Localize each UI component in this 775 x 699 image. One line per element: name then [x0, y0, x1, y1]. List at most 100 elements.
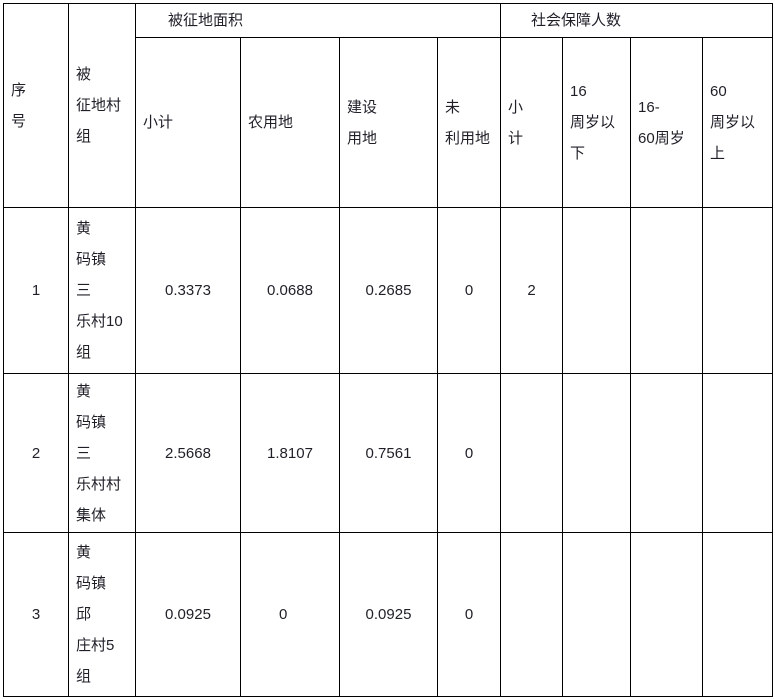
header-cell-age-16-60: 16- 60周岁	[630, 37, 704, 208]
header-under16-line-3: 下	[570, 145, 586, 162]
table-row: 1 黄 码镇 三 乐村10 组 0.3373 0.0688 0.2685 0 2	[3, 207, 774, 374]
header-under16-text: 16 周岁以 下	[563, 76, 630, 169]
header-under16-line-2: 周岁以	[570, 114, 616, 131]
cell-construction-land: 0.0925	[339, 532, 438, 697]
row-1-under16	[563, 290, 630, 291]
table-sheet: 序 号 被 征地村 组 被征地面积 社会保障人数 小计 农用地 建设 用地 未 …	[0, 0, 775, 699]
row-3-age1660	[631, 614, 702, 615]
row-3-village-line-5: 组	[76, 668, 92, 685]
cell-unused-land: 0	[436, 373, 502, 533]
header-group-social-label: 社会保障人数	[531, 12, 622, 29]
cell-village: 黄 码镇 三 乐村10 组	[68, 207, 136, 374]
table-row: 3 黄 码镇 邱 庄村5 组 0.0925 0 0.0925 0	[3, 532, 774, 697]
header-village-text: 被 征地村 组	[69, 59, 135, 152]
cell-social-subtotal	[500, 373, 564, 533]
row-2-unused: 0	[464, 444, 474, 462]
row-2-village: 黄 码镇 三 乐村村 集体	[69, 376, 135, 531]
header-construction-line-1: 建设	[347, 98, 378, 116]
cell-over-60	[702, 373, 774, 533]
header-farmland-line-1: 农用地	[248, 114, 294, 131]
cell-over-60	[702, 532, 774, 697]
header-age1660-line-2: 60周岁	[638, 129, 685, 147]
row-1-village-line-4: 乐村10	[76, 313, 123, 330]
row-3-over60	[703, 614, 772, 615]
row-3-village-line-3: 邱	[76, 606, 92, 623]
row-1-village-line-3: 三	[76, 282, 92, 299]
header-cell-construction-land: 建设 用地	[339, 37, 438, 208]
header-age1660-line-1: 16-	[638, 98, 660, 116]
row-1-construction: 0.2685	[365, 282, 412, 299]
cell-farmland: 1.8107	[240, 373, 340, 533]
cell-farmland: 0	[240, 532, 340, 697]
header-construction-text: 建设 用地	[340, 92, 437, 154]
header-cell-farmland: 农用地	[240, 37, 340, 208]
header-cell-over-60: 60 周岁以 上	[702, 37, 774, 208]
row-3-farmland: 0	[279, 606, 288, 623]
row-3-seq: 3	[31, 606, 41, 623]
cell-over-60	[702, 207, 774, 374]
row-3-social-subtotal	[501, 614, 562, 615]
row-1-unused: 0	[464, 282, 474, 299]
header-unused-line-1: 未	[445, 98, 461, 116]
cell-construction-land: 0.7561	[339, 373, 438, 533]
row-2-area-subtotal: 2.5668	[165, 444, 211, 462]
cell-unused-land: 0	[436, 207, 502, 374]
header-social-subtotal-line-2: 计	[508, 129, 524, 147]
header-cell-social-subtotal: 小 计	[500, 37, 564, 208]
row-3-area-subtotal: 0.0925	[165, 606, 211, 623]
row-2-village-line-1: 黄	[76, 382, 92, 400]
row-2-construction: 0.7561	[365, 444, 412, 462]
cell-farmland: 0.0688	[240, 207, 340, 374]
header-under16-line-1: 16	[570, 83, 587, 100]
row-1-area-subtotal: 0.3373	[165, 282, 211, 299]
row-1-age1660	[631, 290, 702, 291]
row-1-over60	[703, 290, 772, 291]
land-acquisition-table: 序 号 被 征地村 组 被征地面积 社会保障人数 小计 农用地 建设 用地 未 …	[3, 3, 774, 697]
row-2-village-line-5: 集体	[76, 506, 107, 524]
header-construction-line-2: 用地	[347, 129, 378, 147]
row-1-village-line-2: 码镇	[76, 251, 107, 268]
cell-social-subtotal: 2	[500, 207, 564, 374]
header-seq-line-2: 号	[11, 112, 27, 130]
row-1-social-subtotal: 2	[527, 282, 536, 299]
header-social-subtotal-text: 小 计	[501, 92, 562, 154]
header-cell-seq: 序 号	[3, 3, 69, 208]
row-1-village-line-1: 黄	[76, 220, 92, 237]
cell-area-subtotal: 0.0925	[135, 532, 241, 697]
row-3-under16	[563, 614, 630, 615]
row-1-seq: 1	[31, 282, 41, 299]
row-3-unused: 0	[464, 606, 474, 623]
header-group-social: 社会保障人数	[500, 3, 774, 38]
cell-age-16-60	[630, 373, 704, 533]
row-2-seq: 2	[31, 444, 41, 462]
header-over60-line-3: 上	[710, 145, 726, 162]
header-age1660-text: 16- 60周岁	[631, 92, 702, 154]
cell-area-subtotal: 0.3373	[135, 207, 241, 374]
header-cell-area-subtotal: 小计	[135, 37, 241, 208]
header-unused-line-2: 利用地	[445, 129, 491, 147]
header-group-row: 序 号 被 征地村 组 被征地面积 社会保障人数	[3, 3, 774, 208]
cell-age-16-60	[630, 207, 704, 374]
header-cell-village: 被 征地村 组	[68, 3, 136, 208]
cell-seq: 1	[3, 207, 69, 374]
row-3-village-line-1: 黄	[76, 544, 92, 561]
row-2-farmland: 1.8107	[267, 444, 313, 462]
cell-area-subtotal: 2.5668	[135, 373, 241, 533]
row-2-village-line-4: 乐村村	[76, 475, 122, 493]
header-cell-under-16: 16 周岁以 下	[562, 37, 632, 208]
row-2-under16	[563, 453, 630, 454]
header-seq-text: 序 号	[4, 75, 68, 137]
row-3-construction: 0.0925	[365, 606, 412, 623]
row-2-village-line-3: 三	[76, 444, 92, 462]
header-farmland-text: 农用地	[241, 107, 339, 138]
row-2-over60	[703, 453, 772, 454]
row-3-village-line-4: 庄村5	[76, 637, 115, 654]
header-area-subtotal-text: 小计	[136, 107, 240, 138]
header-group-area-label: 被征地面积	[168, 12, 244, 29]
row-1-village-line-5: 组	[76, 344, 92, 361]
cell-under-16	[562, 207, 632, 374]
header-area-subtotal-line-1: 小计	[143, 114, 174, 131]
header-cell-unused-land: 未 利用地	[436, 37, 502, 208]
header-group-area: 被征地面积	[134, 3, 502, 38]
row-1-village: 黄 码镇 三 乐村10 组	[69, 213, 135, 368]
